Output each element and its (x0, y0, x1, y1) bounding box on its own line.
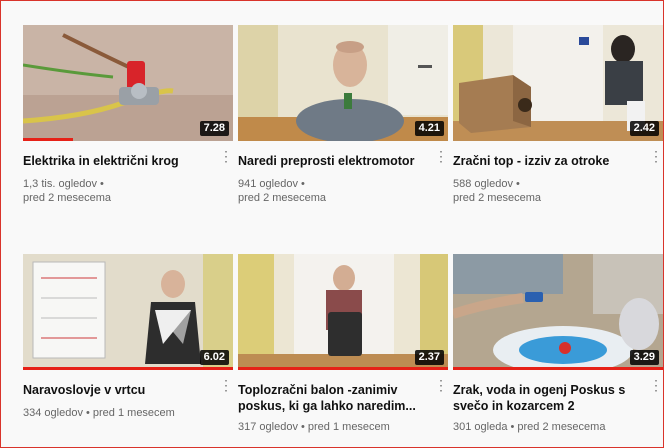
more-vert-icon[interactable]: ⋮ (649, 378, 663, 400)
video-card[interactable]: 6.02 Naravoslovje v vrtcu ⋮ 334 ogledov … (23, 254, 233, 419)
video-title[interactable]: Zrak, voda in ogenj Poskus s svečo in ko… (453, 382, 641, 414)
video-thumbnail[interactable]: 4.21 (238, 25, 448, 141)
video-views: 588 ogledov • (453, 178, 520, 190)
video-thumbnail[interactable]: 2.37 (238, 254, 448, 370)
more-vert-icon[interactable]: ⋮ (649, 149, 663, 171)
video-duration: 6.02 (199, 350, 229, 365)
watch-progress-bar (23, 138, 74, 141)
watch-progress-bar (238, 367, 448, 370)
video-duration: 7.28 (199, 121, 229, 136)
watch-progress-bar (23, 367, 233, 370)
video-title[interactable]: Zračni top - izziv za otroke (453, 153, 641, 169)
video-views: 1,3 tis. ogledov • (23, 178, 104, 190)
video-title[interactable]: Toplozračni balon -zanimiv poskus, ki ga… (238, 382, 426, 414)
video-age: pred 2 mesecema (453, 192, 542, 204)
video-title[interactable]: Naredi preprosti elektromotor (238, 153, 426, 169)
video-card[interactable]: 7.28 Elektrika in električni krog ⋮ 1,3 … (23, 25, 233, 204)
video-age: pred 2 mesecema (23, 192, 112, 204)
video-card[interactable]: 4.21 Naredi preprosti elektromotor ⋮ 941… (238, 25, 448, 204)
more-vert-icon[interactable]: ⋮ (434, 149, 448, 171)
video-thumbnail[interactable]: 6.02 (23, 254, 233, 370)
video-duration: 2.42 (629, 121, 659, 136)
video-card[interactable]: 2.37 Toplozračni balon -zanimiv poskus, … (238, 254, 448, 433)
video-duration: 2.37 (414, 350, 444, 365)
video-duration: 4.21 (414, 121, 444, 136)
video-meta: 301 ogleda • pred 2 mesecema (453, 421, 606, 433)
video-card[interactable]: 2.42 Zračni top - izziv za otroke ⋮ 588 … (453, 25, 663, 204)
video-meta: 334 ogledov • pred 1 mesecem (23, 407, 175, 419)
more-vert-icon[interactable]: ⋮ (434, 378, 448, 400)
video-thumbnail[interactable]: 7.28 (23, 25, 233, 141)
video-meta: 317 ogledov • pred 1 mesecem (238, 421, 390, 433)
video-duration: 3.29 (629, 350, 659, 365)
video-thumbnail[interactable]: 2.42 (453, 25, 663, 141)
video-grid: 7.28 Elektrika in električni krog ⋮ 1,3 … (0, 0, 664, 448)
more-vert-icon[interactable]: ⋮ (219, 149, 233, 171)
more-vert-icon[interactable]: ⋮ (219, 378, 233, 400)
video-views: 941 ogledov • (238, 178, 305, 190)
video-thumbnail[interactable]: 3.29 (453, 254, 663, 370)
video-card[interactable]: 3.29 Zrak, voda in ogenj Poskus s svečo … (453, 254, 663, 433)
watch-progress-bar (453, 367, 663, 370)
video-age: pred 2 mesecema (238, 192, 327, 204)
video-title[interactable]: Elektrika in električni krog (23, 153, 211, 169)
video-title[interactable]: Naravoslovje v vrtcu (23, 382, 211, 398)
